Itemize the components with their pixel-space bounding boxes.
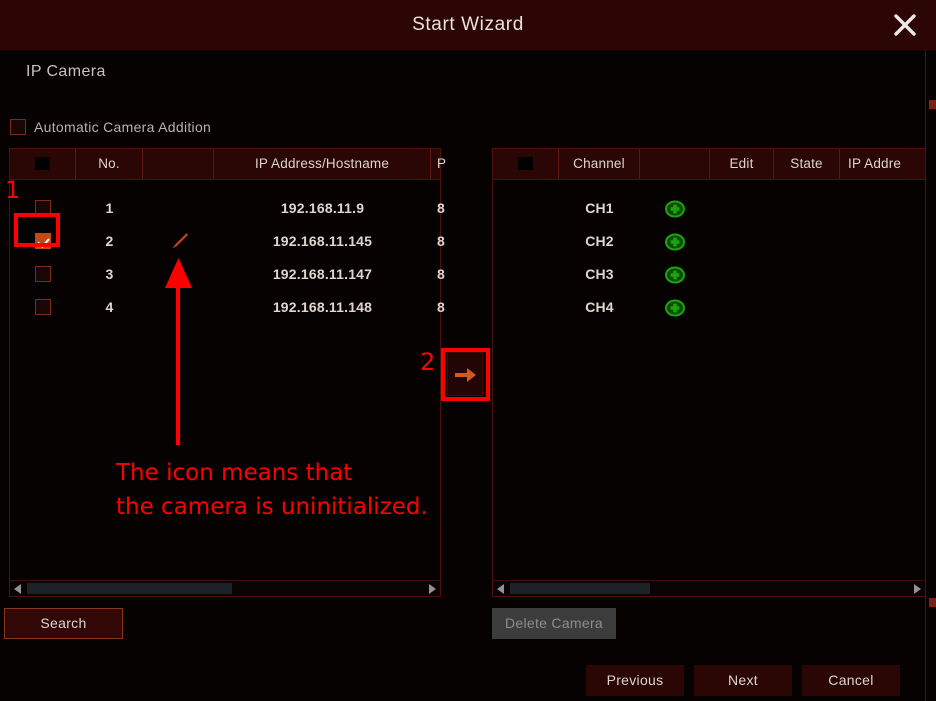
channel-list-table: Channel Edit State IP Addre CH1 CH2 CH3 … (492, 148, 926, 597)
automatic-camera-addition-row[interactable]: Automatic Camera Addition (10, 117, 211, 137)
column-header-state[interactable]: State (774, 149, 840, 179)
right-table-horizontal-scrollbar[interactable] (493, 580, 925, 596)
scroll-right-icon[interactable] (429, 584, 436, 594)
column-header-select-all[interactable] (10, 149, 76, 179)
channel-list-body: CH1 CH2 CH3 CH4 (493, 180, 925, 565)
scroll-right-icon[interactable] (914, 584, 921, 594)
column-header-status-blank[interactable] (640, 149, 710, 179)
row-ip-address: 192.168.11.148 (272, 299, 373, 315)
column-header-edit-blank[interactable] (143, 149, 214, 179)
row-ip-address: 192.168.11.147 (272, 266, 373, 282)
green-plus-icon[interactable] (665, 231, 685, 251)
start-wizard-window: Start Wizard IP Camera Automatic Camera … (0, 0, 936, 701)
green-plus-icon[interactable] (665, 264, 685, 284)
column-header-select-all[interactable] (493, 149, 559, 179)
row-no: 2 (105, 233, 114, 249)
page-title: IP Camera (26, 63, 106, 80)
delete-camera-button: Delete Camera (492, 608, 616, 639)
table-row[interactable]: CH1 (493, 192, 925, 225)
row-checkbox-cell[interactable] (10, 258, 76, 291)
row-status-cell[interactable] (640, 192, 710, 225)
discovered-devices-table: No. IP Address/Hostname P 1 192.168.11.9… (9, 148, 446, 597)
column-header-edit[interactable]: Edit (710, 149, 774, 179)
scroll-left-icon[interactable] (497, 584, 504, 594)
row-channel: CH3 (585, 266, 614, 282)
search-button[interactable]: Search (4, 608, 123, 639)
discovered-devices-header: No. IP Address/Hostname P (10, 149, 446, 180)
row-checkbox[interactable] (35, 233, 51, 250)
table-row[interactable]: CH2 (493, 225, 925, 258)
row-channel: CH4 (585, 299, 614, 315)
row-checkbox[interactable] (35, 266, 51, 283)
row-checkbox[interactable] (35, 200, 51, 217)
column-header-ip-address[interactable]: IP Address/Hostname (214, 149, 431, 179)
row-no: 4 (105, 299, 114, 315)
row-edit-icon-cell (143, 258, 214, 291)
window-edge-marker-bottom (929, 598, 936, 607)
green-plus-icon[interactable] (665, 297, 685, 317)
column-header-no[interactable]: No. (76, 149, 143, 179)
table-row[interactable]: 4 192.168.11.148 8 (10, 291, 445, 324)
row-port: 8 (437, 233, 445, 249)
table-row[interactable]: 2 192.168.11.145 8 (10, 225, 445, 258)
row-no: 3 (105, 266, 114, 282)
add-camera-transfer-button[interactable] (447, 352, 483, 396)
row-checkbox-cell[interactable] (10, 225, 76, 258)
close-icon[interactable] (888, 8, 922, 42)
row-port: 8 (437, 299, 445, 315)
window-edge-marker-top (929, 100, 936, 109)
window-title: Start Wizard (412, 14, 524, 35)
row-edit-icon-cell[interactable] (143, 225, 214, 258)
row-status-cell[interactable] (640, 225, 710, 258)
next-button[interactable]: Next (694, 665, 792, 696)
row-port: 8 (437, 200, 445, 216)
row-checkbox-cell[interactable] (10, 192, 76, 225)
window-right-edge (925, 50, 926, 701)
row-status-cell[interactable] (640, 291, 710, 324)
row-ip-address: 192.168.11.9 (280, 200, 365, 216)
scroll-thumb[interactable] (510, 583, 650, 594)
green-plus-icon[interactable] (665, 198, 685, 218)
scroll-thumb[interactable] (27, 583, 232, 594)
row-port: 8 (437, 266, 445, 282)
table-row[interactable]: 3 192.168.11.147 8 (10, 258, 445, 291)
column-header-channel[interactable]: Channel (559, 149, 640, 179)
row-no: 1 (105, 200, 114, 216)
previous-button[interactable]: Previous (586, 665, 684, 696)
window-titlebar: Start Wizard (0, 0, 936, 51)
table-row[interactable]: 1 192.168.11.9 8 (10, 192, 445, 225)
table-row[interactable]: CH3 (493, 258, 925, 291)
row-ip-address: 192.168.11.145 (272, 233, 373, 249)
row-checkbox-cell[interactable] (10, 291, 76, 324)
row-checkbox[interactable] (35, 299, 51, 316)
row-edit-icon-cell (143, 291, 214, 324)
row-channel: CH2 (585, 233, 614, 249)
pencil-icon[interactable] (166, 228, 192, 254)
automatic-camera-addition-checkbox[interactable] (10, 119, 26, 135)
left-table-horizontal-scrollbar[interactable] (10, 580, 440, 596)
row-status-cell[interactable] (640, 258, 710, 291)
row-edit-icon-cell (143, 192, 214, 225)
channel-list-header: Channel Edit State IP Addre (493, 149, 925, 180)
column-header-ip-address[interactable]: IP Addre (840, 149, 927, 179)
cancel-button[interactable]: Cancel (802, 665, 900, 696)
table-row[interactable]: CH4 (493, 291, 925, 324)
arrow-right-icon (455, 368, 476, 382)
automatic-camera-addition-label: Automatic Camera Addition (34, 119, 212, 135)
select-all-box[interactable] (35, 156, 50, 170)
discovered-devices-body: 1 192.168.11.9 8 2 192.168.11.145 8 3 19… (10, 180, 445, 565)
scroll-left-icon[interactable] (14, 584, 21, 594)
select-all-box[interactable] (518, 156, 533, 170)
column-header-port[interactable]: P (431, 149, 461, 179)
row-channel: CH1 (585, 200, 614, 216)
